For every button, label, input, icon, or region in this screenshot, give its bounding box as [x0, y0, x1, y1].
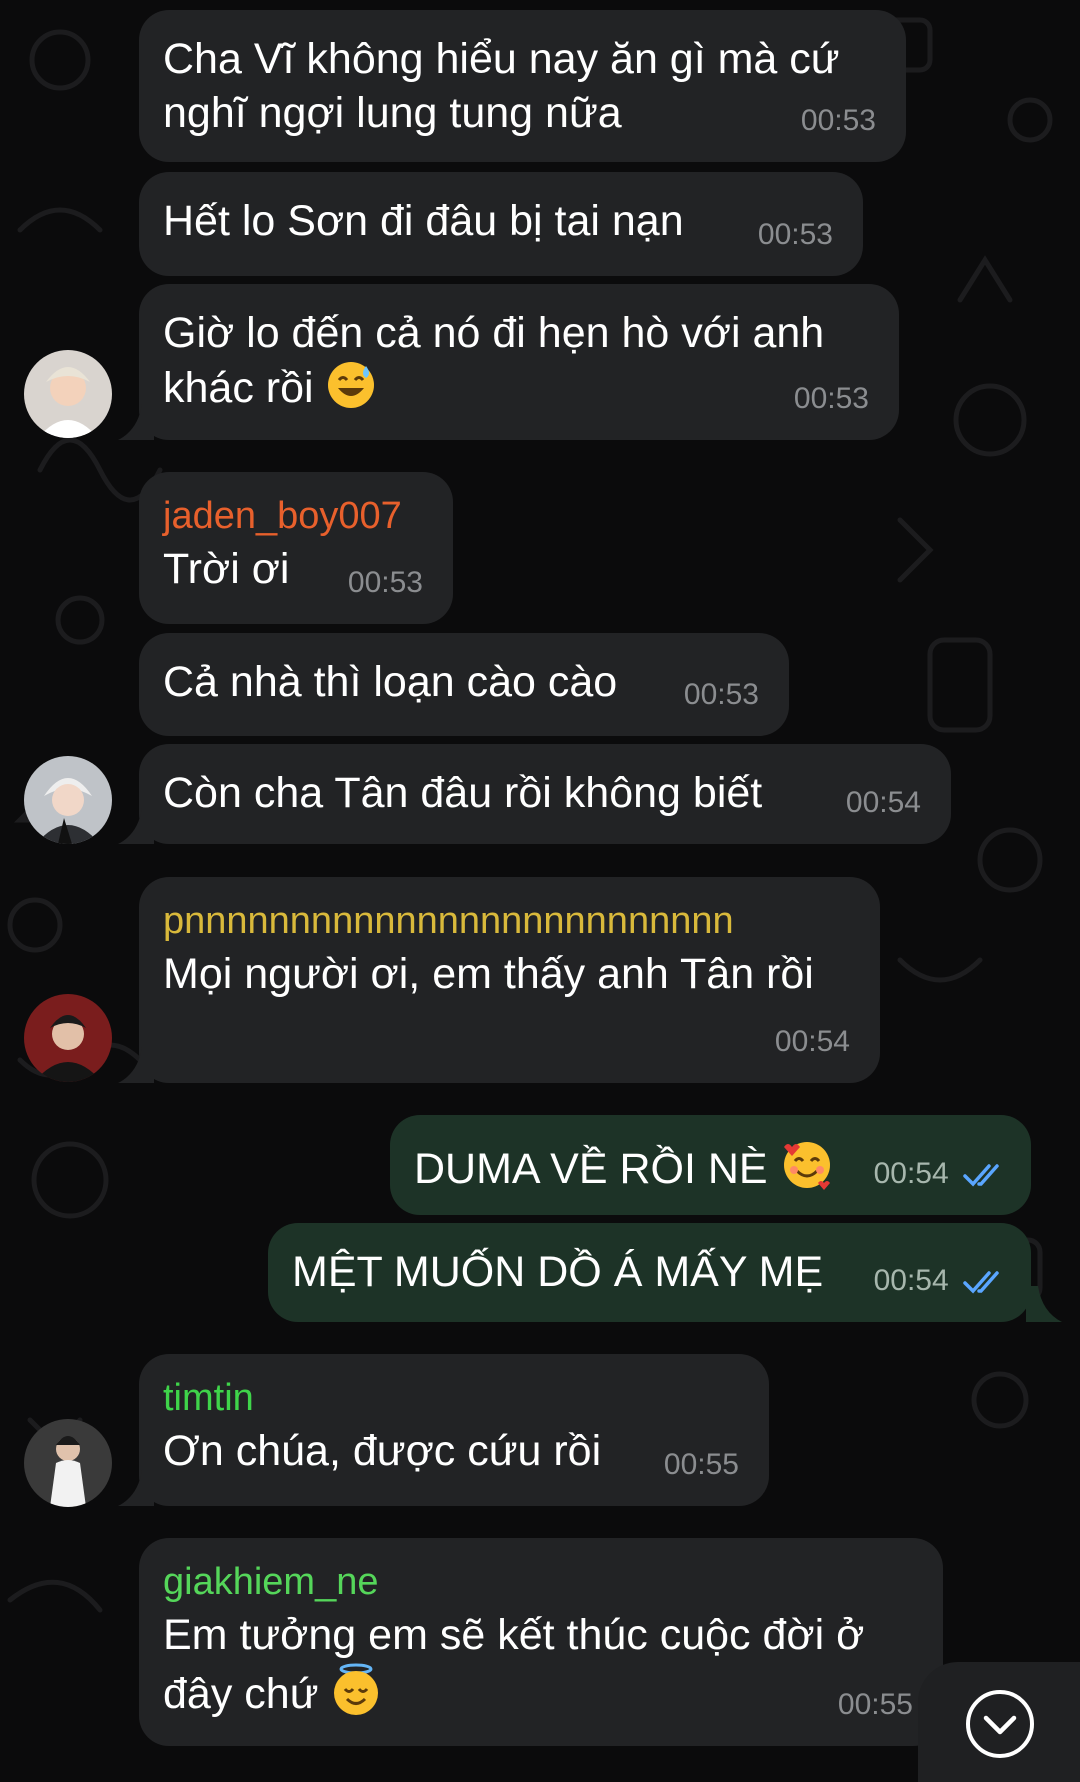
avatar[interactable]: [24, 1419, 112, 1507]
message-time: 00:53: [683, 678, 759, 711]
message-bubble[interactable]: Cha Vĩ không hiểu nay ăn gì mà cứ nghĩ n…: [139, 10, 906, 162]
message-time: 00:55: [663, 1448, 739, 1481]
message-text: Cha Vĩ không hiểu nay ăn gì mà cứ nghĩ n…: [163, 35, 840, 137]
double-check-icon: [963, 1271, 999, 1294]
smiling-face-with-halo-emoji: [330, 1662, 382, 1729]
message-bubble[interactable]: Cả nhà thì loạn cào cào 00:53: [139, 633, 789, 736]
message-time-text: 00:54: [873, 1157, 949, 1190]
message-text: Ơn chúa, được cứu rồi: [163, 1427, 602, 1475]
message-time: 00:54: [874, 1147, 1007, 1201]
message-text-wrap: Giờ lo đến cả nó đi hẹn hò với anh khác …: [163, 306, 875, 423]
scroll-to-bottom-button[interactable]: [918, 1662, 1080, 1782]
sender-name[interactable]: timtin: [163, 1376, 745, 1420]
message-bubble[interactable]: Hết lo Sơn đi đâu bị tai nạn 00:53: [139, 172, 863, 276]
message-time: 00:54: [874, 1254, 1007, 1308]
avatar[interactable]: [24, 350, 112, 438]
smiling-face-with-hearts-emoji: [780, 1137, 834, 1204]
message-time: 00:55: [837, 1688, 913, 1721]
bubble-tail: [118, 1470, 154, 1506]
message-text: Còn cha Tân đâu rồi không biết: [163, 769, 763, 817]
message-time: 00:53: [347, 566, 423, 599]
message-bubble[interactable]: jaden_boy007 Trời ơi 00:53: [139, 472, 453, 624]
sender-name[interactable]: giakhiem_ne: [163, 1560, 919, 1604]
sender-name[interactable]: jaden_boy007: [163, 494, 429, 538]
message-bubble[interactable]: pnnnnnnnnnnnnnnnnnnnnnnnnnn Mọi người ơi…: [139, 877, 880, 1083]
message-bubble[interactable]: Còn cha Tân đâu rồi không biết 00:54: [139, 744, 951, 844]
bubble-tail: [118, 404, 154, 440]
message-bubble[interactable]: giakhiem_ne Em tưởng em sẽ kết thúc cuộc…: [139, 1538, 943, 1746]
message-time: 00:54: [774, 1025, 850, 1058]
bubble-tail-outgoing: [1026, 1286, 1062, 1322]
chevron-down-icon: [966, 1690, 1034, 1758]
message-time: 00:53: [800, 104, 876, 137]
message-time: 00:53: [757, 218, 833, 251]
bubble-tail: [118, 1047, 154, 1083]
bubble-tail: [118, 808, 154, 844]
double-check-icon: [963, 1164, 999, 1187]
avatar[interactable]: [24, 994, 112, 1082]
message-text: Em tưởng em sẽ kết thúc cuộc đời ở đây c…: [163, 1611, 865, 1718]
sweat-smile-emoji: [326, 360, 376, 423]
message-bubble-outgoing[interactable]: DUMA VỀ RỒI NÈ 00:54: [390, 1115, 1031, 1215]
message-bubble[interactable]: timtin Ơn chúa, được cứu rồi 00:55: [139, 1354, 769, 1506]
message-text-wrap: Em tưởng em sẽ kết thúc cuộc đời ở đây c…: [163, 1608, 919, 1729]
sender-name[interactable]: pnnnnnnnnnnnnnnnnnnnnnnnnnn: [163, 899, 856, 943]
message-text: Cả nhà thì loạn cào cào: [163, 658, 618, 706]
avatar[interactable]: [24, 756, 112, 844]
chat-view: Cha Vĩ không hiểu nay ăn gì mà cứ nghĩ n…: [0, 0, 1080, 1782]
message-text: Hết lo Sơn đi đâu bị tai nạn: [163, 197, 684, 245]
message-text: DUMA VỀ RỒI NÈ: [414, 1145, 768, 1193]
message-bubble[interactable]: Giờ lo đến cả nó đi hẹn hò với anh khác …: [139, 284, 899, 440]
message-time: 00:54: [845, 786, 921, 819]
message-time: 00:53: [793, 382, 869, 415]
message-text: Giờ lo đến cả nó đi hẹn hò với anh khác …: [163, 309, 825, 412]
message-bubble-outgoing[interactable]: MỆT MUỐN DỒ Á MẤY MẸ 00:54: [268, 1223, 1031, 1322]
message-time-text: 00:54: [873, 1264, 949, 1297]
message-text: Mọi người ơi, em thấy anh Tân rồi: [163, 950, 814, 998]
